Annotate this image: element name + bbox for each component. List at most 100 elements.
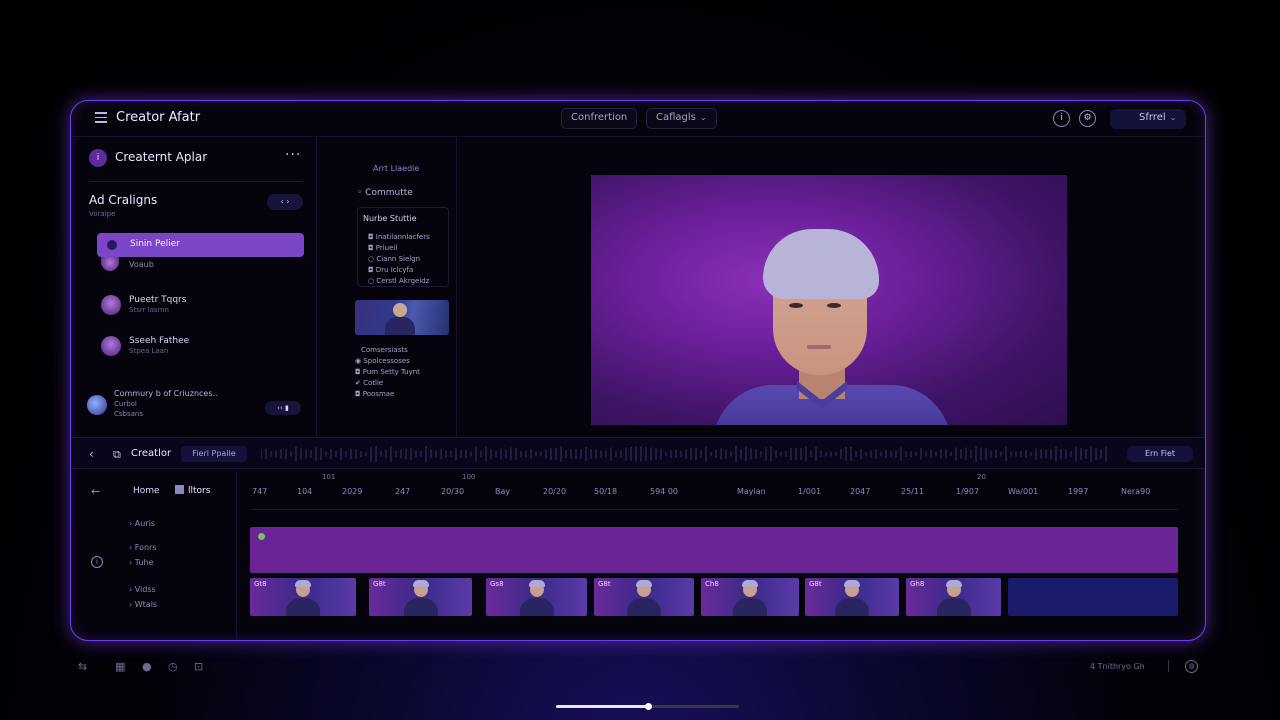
track-group-item[interactable]: › Wtals: [129, 600, 157, 609]
clip-label: Gt8: [254, 580, 267, 588]
settings-icon[interactable]: ⚙: [1079, 110, 1096, 127]
grid-icon[interactable]: ▦: [115, 660, 125, 673]
track-group-item[interactable]: › Auris: [129, 519, 155, 528]
option-item[interactable]: ✔ Cotlie: [355, 379, 383, 387]
hamburger-menu-icon[interactable]: [95, 112, 107, 124]
lock-icon[interactable]: ⊡: [194, 660, 203, 673]
clip-track: Gt8 G8t Gs8 G8t Ch8 G8t Gh8: [250, 578, 1178, 616]
track-group-item[interactable]: › Tuhe: [129, 558, 153, 567]
video-clip[interactable]: G8t: [594, 578, 694, 616]
video-clip[interactable]: G8t: [369, 578, 472, 616]
profile-name: Creaternt Aplar: [115, 150, 208, 164]
track-group-item[interactable]: › Vidss: [129, 585, 156, 594]
list-item[interactable]: Voaub: [101, 257, 301, 275]
clip-hair: [528, 580, 545, 587]
ruler-label: Bay: [495, 487, 511, 496]
clip-label: G8t: [598, 580, 611, 588]
media-controls[interactable]: ‹‹ ▮: [265, 401, 301, 415]
track-handle[interactable]: [258, 533, 265, 540]
scrubber-fill: [556, 705, 648, 708]
ruler-label: 747: [252, 487, 268, 496]
nav-tab-active[interactable]: lltors: [175, 485, 210, 499]
send-button[interactable]: Sfrrel ⌄: [1110, 109, 1186, 129]
globe-icon[interactable]: ◍: [1185, 660, 1198, 673]
settings-row[interactable]: ◘ Inatilannlacfers: [368, 233, 430, 241]
avatar-mouth: [807, 345, 831, 349]
settings-row-label: Dru Iclcyfa: [375, 266, 414, 274]
option-item[interactable]: Comsersiasts: [361, 346, 408, 354]
clip-hair: [636, 580, 652, 587]
time-ruler[interactable]: 747 104 2029 247 20/30 Bay 20/20 50/18 5…: [251, 487, 1171, 501]
ruler-marker: 20: [977, 473, 986, 481]
chat-icon[interactable]: ●: [142, 660, 152, 673]
clip-hair: [412, 580, 429, 587]
clip-body: [286, 598, 320, 616]
community-card[interactable]: Commury b of Criuznces.. Curbol Csbsans …: [87, 389, 307, 429]
category-dropdown[interactable]: Caflagls ⌄: [646, 108, 717, 129]
video-clip[interactable]: Ch8: [701, 578, 799, 616]
ruler-label: 1997: [1068, 487, 1089, 496]
audio-waveform[interactable]: [261, 444, 1111, 464]
export-button[interactable]: Ern Fiet: [1127, 446, 1193, 462]
conversion-tab[interactable]: Confrertion: [561, 108, 638, 129]
pager-arrows[interactable]: ‹ ›: [267, 194, 303, 210]
compute-option[interactable]: ◦ Commutte: [357, 188, 413, 198]
track-group-label: Fonrs: [134, 543, 157, 552]
clip-body: [403, 598, 438, 616]
scrubber-knob[interactable]: [644, 703, 652, 710]
option-item[interactable]: ◉ Spolcessoses: [355, 357, 410, 365]
ruler-marker: 101: [322, 473, 336, 481]
info-icon[interactable]: i: [91, 556, 103, 568]
option-item[interactable]: ◘ Pum Setty Tuynt: [355, 368, 420, 376]
clip-hair: [844, 580, 860, 587]
settings-box-title: Nurbe Stuttie: [363, 214, 417, 223]
clip-body: [519, 598, 554, 616]
clip-label: G8t: [809, 580, 822, 588]
profile-avatar[interactable]: i: [89, 149, 107, 167]
left-panel: i Creaternt Aplar ··· Ad Craligns Voraip…: [71, 137, 317, 437]
avatar-track[interactable]: [250, 527, 1178, 573]
profile-pill[interactable]: Fierl Ppaile: [181, 446, 247, 462]
video-clip[interactable]: Gh8: [906, 578, 1001, 616]
playback-scrubber[interactable]: [556, 703, 739, 710]
item-status-icon: [107, 240, 117, 250]
settings-row[interactable]: ◘ Priueil: [368, 244, 397, 252]
layers-icon[interactable]: ⧉: [113, 448, 121, 462]
share-icon[interactable]: ⇆: [78, 660, 87, 673]
settings-row[interactable]: ◘ Dru Iclcyfa: [368, 266, 413, 274]
ruler-label: 2029: [342, 487, 363, 496]
track-group-item[interactable]: › Fonrs: [129, 543, 157, 552]
status-text: 4 Tnithryo Gh: [1090, 662, 1145, 671]
settings-row[interactable]: ○ Cerstl Akrgeidz: [368, 277, 429, 285]
settings-row-label: Ciann Sielgn: [376, 255, 421, 263]
more-options-icon[interactable]: ···: [285, 147, 301, 163]
back-arrow-icon[interactable]: ←: [91, 485, 100, 498]
info-icon[interactable]: i: [1053, 110, 1070, 127]
avatar-hair: [763, 229, 879, 299]
nav-tab-label: lltors: [188, 486, 211, 496]
avatar-preview[interactable]: [591, 175, 1067, 425]
square-icon: [175, 485, 184, 494]
ruler-divider: [251, 509, 1177, 510]
settings-box: Nurbe Stuttie ◘ Inatilannlacfers ◘ Priue…: [357, 207, 449, 287]
sidebar-item-active[interactable]: Sinin Pelier: [97, 233, 304, 257]
nav-home[interactable]: Home: [133, 486, 160, 496]
empty-clip-slot[interactable]: [1008, 578, 1178, 616]
divider: [89, 181, 303, 182]
top-bar: Creator Afatr Confrertion Caflagls ⌄ i ⚙ …: [71, 101, 1205, 137]
list-item[interactable]: Sseeh Fathee Stpea Laan: [101, 334, 301, 364]
list-item[interactable]: Pueetr Tqqrs Stsrr Iasmn: [101, 293, 301, 323]
list-item-label: Voaub: [129, 260, 154, 269]
ruler-label: Maylan: [737, 487, 766, 496]
list-item-name: Sseeh Fathee: [129, 336, 190, 346]
option-item[interactable]: ◘ Poosmae: [355, 390, 394, 398]
settings-row[interactable]: ○ Ciann Sielgn: [368, 255, 420, 263]
video-clip[interactable]: G8t: [805, 578, 899, 616]
video-clip[interactable]: Gs8: [486, 578, 587, 616]
clock-icon[interactable]: ◷: [168, 660, 178, 673]
video-thumbnail[interactable]: [355, 300, 449, 335]
track-group-label: Wtals: [134, 600, 158, 609]
clip-hair: [945, 580, 962, 587]
video-clip[interactable]: Gt8: [250, 578, 356, 616]
chevron-left-icon[interactable]: ‹: [89, 447, 94, 461]
